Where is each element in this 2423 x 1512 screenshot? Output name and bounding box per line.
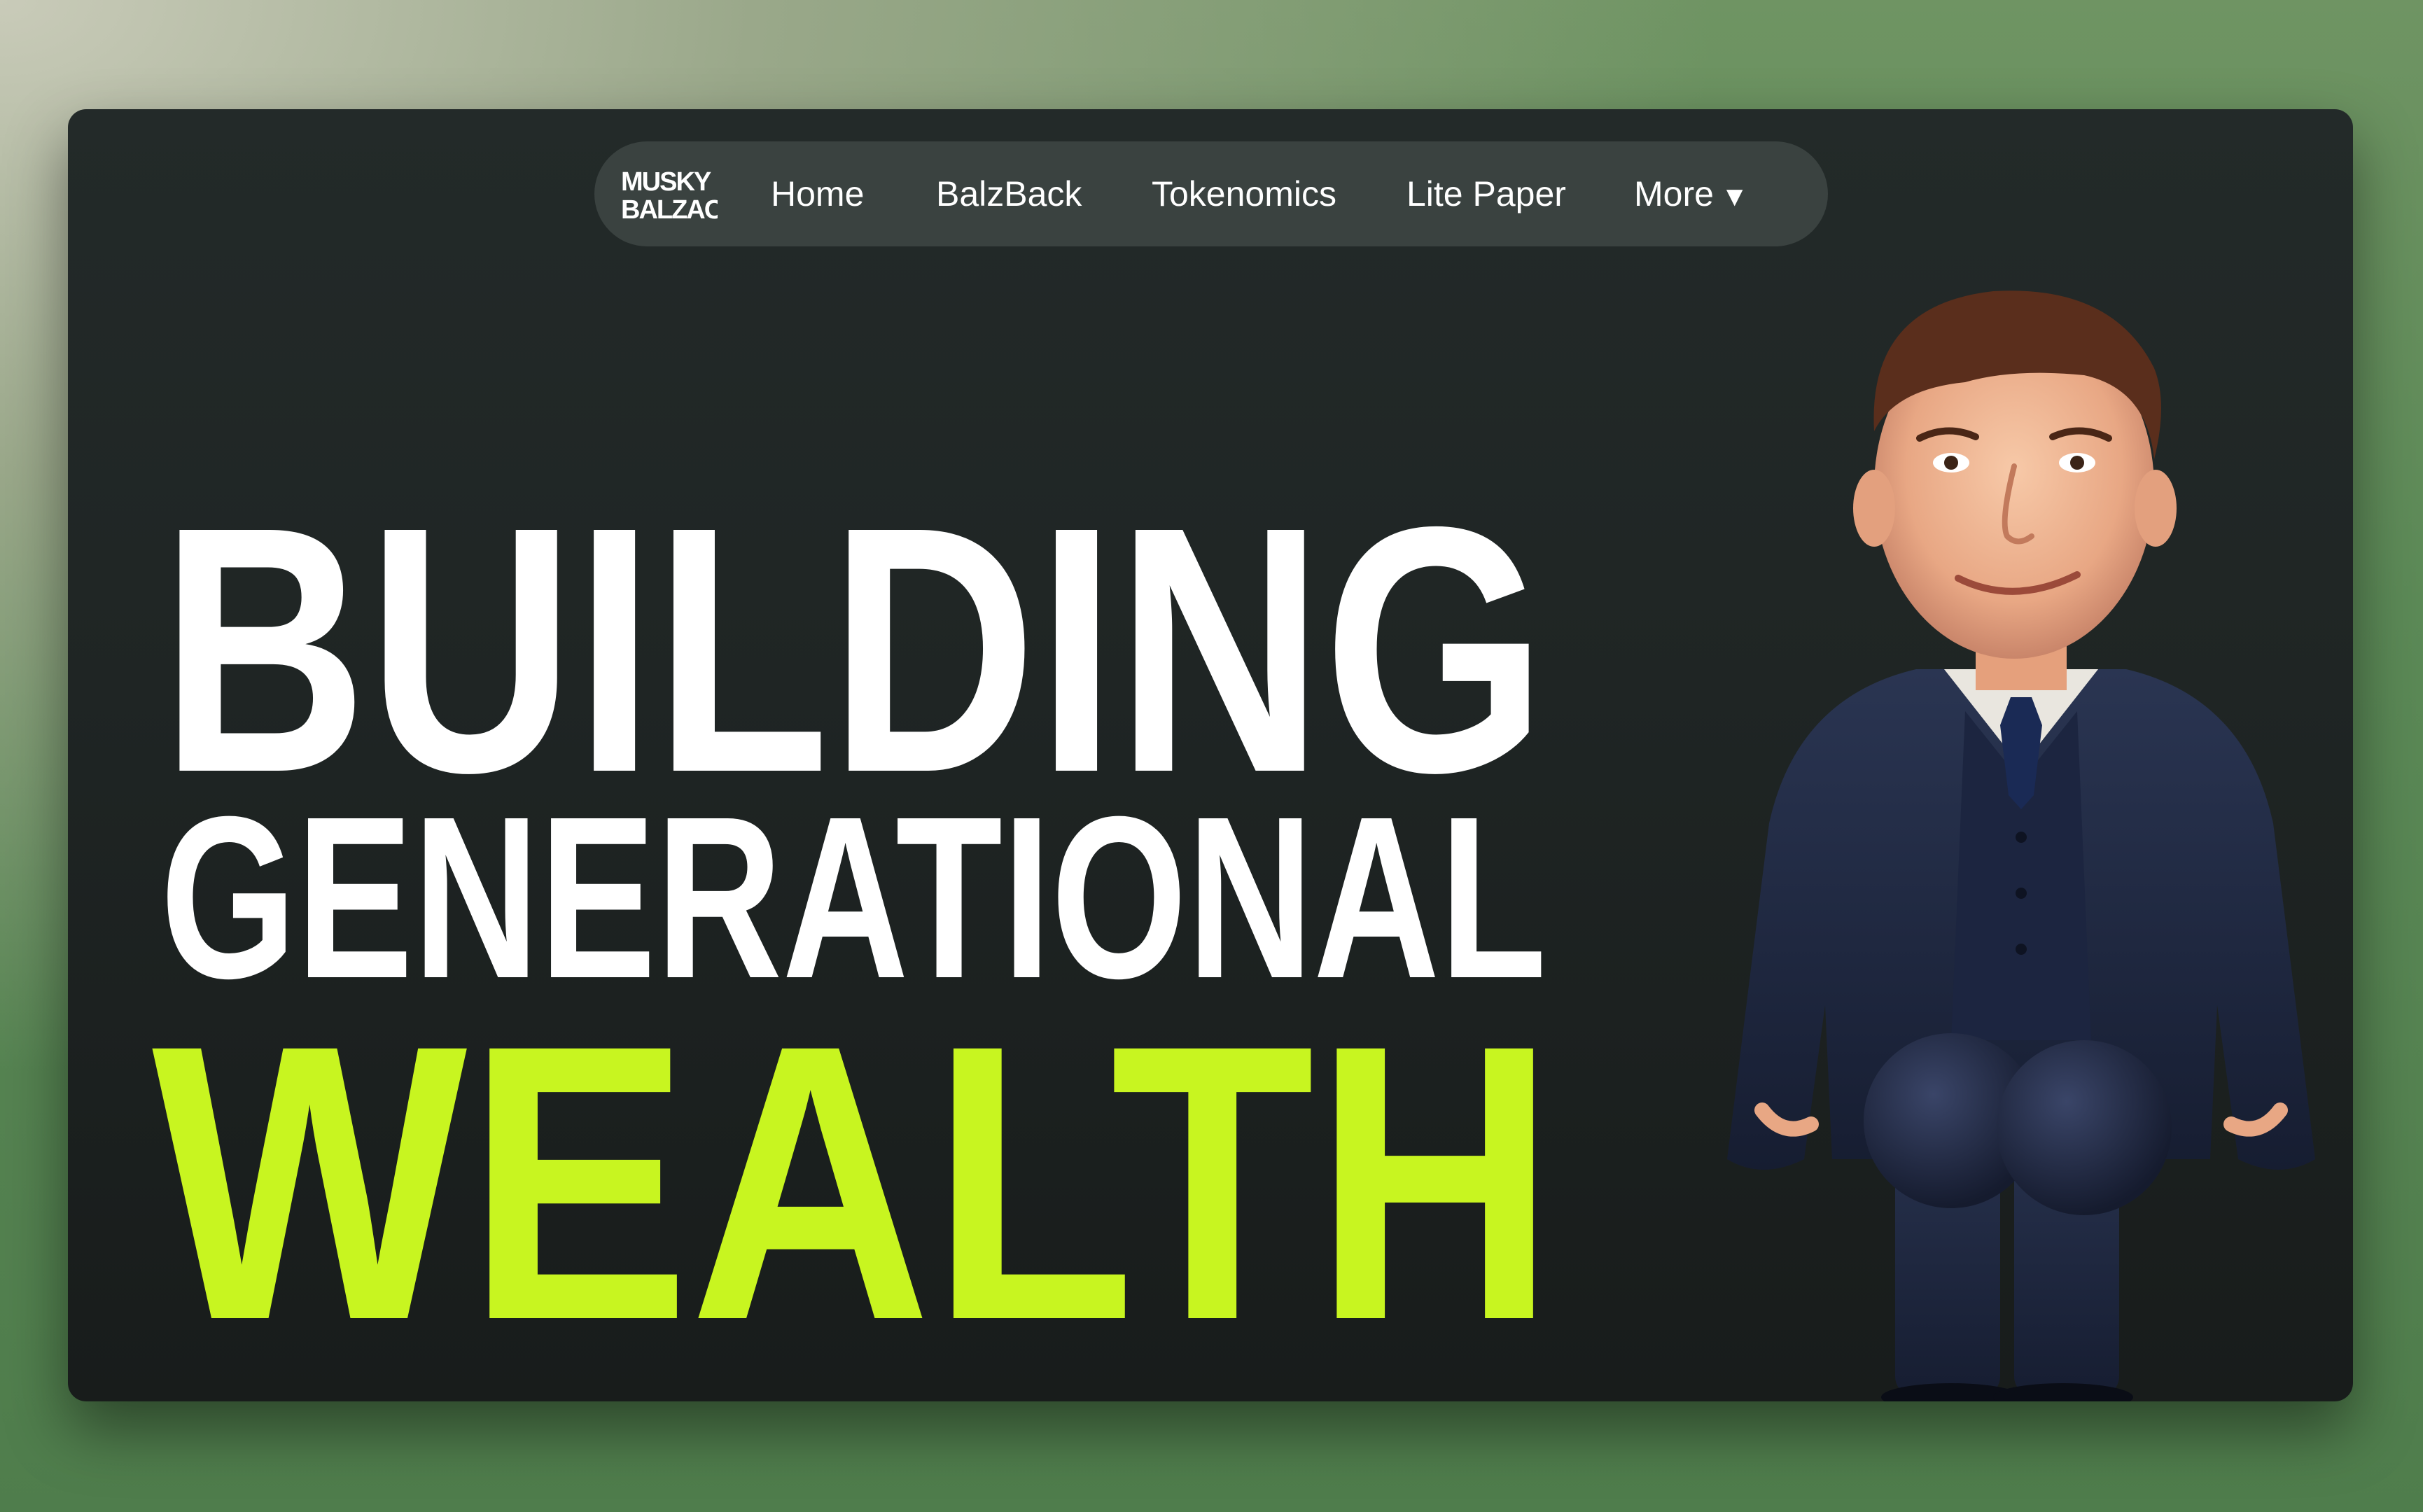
hero-headline-svg: BUILDING GENERATIONAL WEALTH	[152, 454, 1556, 1401]
nav-more[interactable]: More ▼	[1634, 141, 1749, 246]
caret-down-icon: ▼	[1720, 181, 1749, 212]
hero-headline: BUILDING GENERATIONAL WEALTH	[68, 109, 1608, 1401]
left-ear	[1853, 470, 1895, 547]
vest-button	[2016, 944, 2027, 955]
vest-button	[2016, 888, 2027, 899]
left-pupil	[1944, 456, 1958, 470]
nav-more-label: More	[1634, 174, 1714, 214]
right-ear	[2135, 470, 2177, 547]
mascot-figure	[1727, 290, 2315, 1401]
headline-wealth: WEALTH	[152, 963, 1556, 1401]
mascot-illustration	[1664, 249, 2336, 1401]
app-window: MUSKY BALZAC Home BalzBack Tokenomics Li…	[68, 109, 2353, 1401]
right-pupil	[2070, 456, 2084, 470]
right-ball	[1997, 1040, 2172, 1215]
vest-button	[2016, 832, 2027, 843]
